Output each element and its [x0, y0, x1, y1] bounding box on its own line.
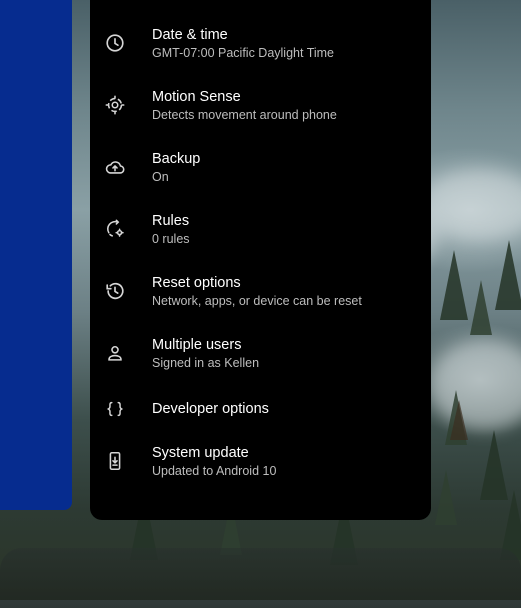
- rules-icon: [104, 218, 126, 240]
- recent-app-card[interactable]: [0, 0, 72, 510]
- tree: [450, 400, 468, 440]
- settings-system-panel: Date & time GMT-07:00 Pacific Daylight T…: [90, 0, 431, 520]
- settings-item-title: Developer options: [152, 401, 269, 417]
- settings-item-subtitle: 0 rules: [152, 231, 190, 246]
- settings-item-title: Motion Sense: [152, 88, 241, 105]
- settings-item-subtitle: Signed in as Kellen: [152, 355, 260, 370]
- settings-item-title: Date & time: [152, 26, 228, 43]
- system-update-icon: [104, 450, 126, 472]
- settings-item-title: Reset options: [152, 274, 241, 291]
- tree: [495, 240, 521, 310]
- cloud-upload-icon: [104, 156, 126, 178]
- fog: [430, 340, 521, 430]
- history-icon: [104, 280, 126, 302]
- person-icon: [104, 342, 126, 364]
- settings-item-subtitle: Detects movement around phone: [152, 107, 337, 122]
- settings-item-title: Backup: [152, 150, 201, 167]
- settings-item-date-time[interactable]: Date & time GMT-07:00 Pacific Daylight T…: [90, 12, 431, 74]
- dock-area: [0, 548, 521, 608]
- settings-item-system-update[interactable]: System update Updated to Android 10: [90, 430, 431, 492]
- tree: [440, 250, 468, 320]
- clock-icon: [104, 32, 126, 54]
- tree: [470, 280, 492, 335]
- braces-icon: [104, 398, 126, 420]
- settings-item-subtitle: GMT-07:00 Pacific Daylight Time: [152, 45, 335, 60]
- settings-item-rules[interactable]: Rules 0 rules: [90, 198, 431, 260]
- settings-item-subtitle: Updated to Android 10: [152, 463, 277, 478]
- settings-item-reset-options[interactable]: Reset options Network, apps, or device c…: [90, 260, 431, 322]
- tree: [435, 470, 457, 525]
- motion-sense-icon: [104, 94, 126, 116]
- settings-item-backup[interactable]: Backup On: [90, 136, 431, 198]
- settings-item-subtitle: On: [152, 169, 169, 184]
- settings-item-title: Rules: [152, 212, 190, 229]
- settings-item-motion-sense[interactable]: Motion Sense Detects movement around pho…: [90, 74, 431, 136]
- settings-item-subtitle: Network, apps, or device can be reset: [152, 293, 362, 308]
- settings-item-title: System update: [152, 444, 249, 461]
- settings-item-title: Multiple users: [152, 336, 242, 353]
- settings-item-multiple-users[interactable]: Multiple users Signed in as Kellen: [90, 322, 431, 384]
